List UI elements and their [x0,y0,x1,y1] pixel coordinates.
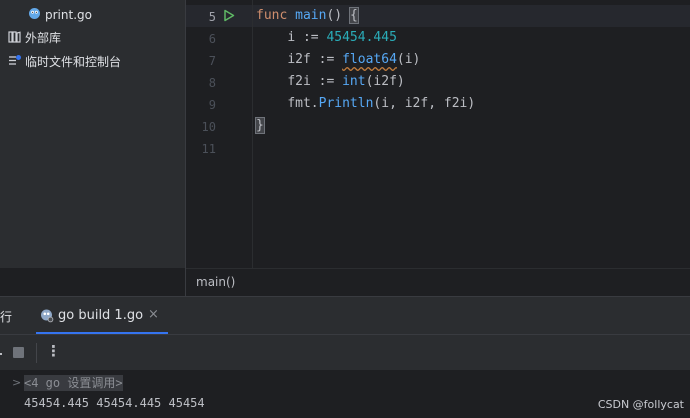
line-number: 6 [208,32,216,46]
toolbar-separator [36,343,37,363]
code-token: () [326,8,350,23]
command-hint[interactable]: <4 go 设置调用> [24,375,123,391]
line-number: 7 [208,54,216,68]
run-console[interactable]: > <4 go 设置调用> 45454.445 45454.445 45454 … [0,370,690,418]
code-line-7: i2f := float64(i) [256,52,420,67]
code-token-function: main [295,8,327,23]
scratches-icon [8,52,21,74]
line-number: 5 [208,10,216,24]
run-tool-window-header: 行 go build 1.go × [0,296,690,335]
run-gutter-icon[interactable] [223,9,235,25]
tree-item-label: print.go [45,8,92,22]
code-token: i := [287,30,327,45]
code-line-9: fmt.Println(i, i2f, f2i) [256,96,475,111]
code-token-keyword: func [256,8,288,23]
toolbar-overflow-dot [0,353,2,355]
more-options-icon[interactable]: ⋮ [46,342,61,360]
go-run-config-icon [40,308,54,326]
code-line-6: i := 45454.445 [256,30,397,45]
console-output-line: 45454.445 45454.445 45454 [24,396,205,410]
tab-label: go build 1.go [58,308,144,323]
tree-item-external-libraries[interactable]: 外部库 [8,27,61,49]
close-icon[interactable]: × [148,307,159,322]
line-number: 10 [201,120,216,134]
code-token-number: 45454.445 [326,30,397,45]
fold-chevron-icon[interactable]: > [12,376,21,389]
code-token-package: fmt. [287,96,319,111]
tree-item-label: 临时文件和控制台 [25,55,122,69]
code-token: i2f := [287,52,343,67]
code-line-5: func main() { [256,7,359,24]
code-token: (i2f) [365,74,405,89]
console-command-line: <4 go 设置调用> [24,374,123,391]
tree-item-scratches[interactable]: 临时文件和控制台 [8,51,121,73]
run-toolbar: ⋮ [0,334,690,371]
breadcrumb-bar: main() [186,268,690,297]
code-line-8: f2i := int(i2f) [256,74,405,89]
code-token-brace: { [348,7,359,24]
project-panel: print.go 外部库 临时文件和控制台 [0,0,185,268]
code-token: (i) [396,52,421,67]
text-caret [357,8,359,23]
code-token-function: float64 [342,52,397,67]
line-number: 11 [201,142,216,156]
code-token-function: int [342,74,366,89]
line-number: 9 [208,98,216,112]
line-number: 8 [208,76,216,90]
breadcrumb[interactable]: main() [196,275,235,289]
stop-button[interactable] [13,347,24,358]
library-icon [8,28,21,50]
tree-item-print-go[interactable]: print.go [28,4,92,26]
go-file-icon [28,5,41,27]
tool-window-title: 行 [0,310,13,324]
gutter-separator [252,0,253,268]
code-token: (i, i2f, f2i) [373,96,476,111]
tree-item-label: 外部库 [25,31,62,45]
code-token: f2i := [287,74,343,89]
code-line-10: } [255,117,265,134]
code-token-function: Println [318,96,374,111]
code-token-brace: } [255,117,265,134]
watermark: CSDN @follycat [597,398,684,411]
